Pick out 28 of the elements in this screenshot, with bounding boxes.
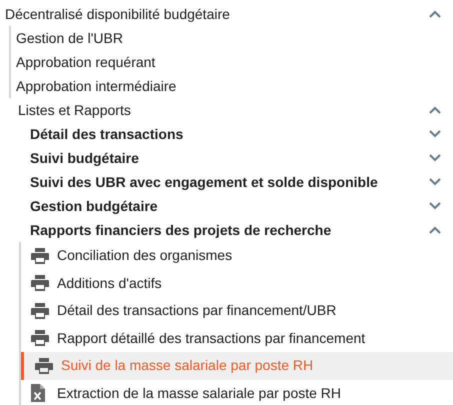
- report-item[interactable]: Rapport détaillé des transactions par financement: [21, 324, 453, 352]
- menu-link[interactable]: Approbation requérant: [16, 52, 156, 72]
- printer-icon: [31, 275, 49, 292]
- group-label[interactable]: Détail des transactions: [30, 124, 184, 144]
- menu-link[interactable]: Approbation intermédiaire: [16, 76, 176, 96]
- chevron-down-icon[interactable]: [429, 202, 441, 210]
- chevron-up-icon[interactable]: [429, 10, 441, 18]
- printer-icon: [31, 302, 49, 319]
- chevron-up-icon[interactable]: [429, 226, 441, 234]
- spreadsheet-file-icon: [31, 384, 45, 402]
- report-item[interactable]: Détail des transactions par financement/UBR: [21, 297, 453, 324]
- group-label[interactable]: Suivi budgétaire: [30, 148, 139, 168]
- printer-icon: [31, 248, 49, 264]
- section-label[interactable]: Listes et Rapports: [18, 100, 131, 120]
- printer-icon: [31, 330, 49, 346]
- menu-link[interactable]: Gestion de l'UBR: [16, 28, 123, 48]
- group-label[interactable]: Gestion budgétaire: [30, 196, 158, 216]
- menu-title[interactable]: Décentralisé disponibilité budgétaire: [5, 4, 230, 24]
- group-label[interactable]: Rapports financiers des projets de recherche: [30, 220, 332, 240]
- chevron-down-icon[interactable]: [429, 130, 441, 138]
- report-item[interactable]: Conciliation des organismes: [21, 242, 453, 270]
- report-item[interactable]: Additions d'actifs: [21, 270, 453, 297]
- chevron-up-icon[interactable]: [429, 106, 441, 114]
- report-item[interactable]: Extraction de la masse salariale par poste RH: [21, 380, 453, 405]
- printer-icon: [35, 358, 53, 374]
- chevron-down-icon[interactable]: [429, 154, 441, 162]
- group-label[interactable]: Suivi des UBR avec engagement et solde disponible: [30, 172, 378, 192]
- chevron-down-icon[interactable]: [429, 178, 441, 186]
